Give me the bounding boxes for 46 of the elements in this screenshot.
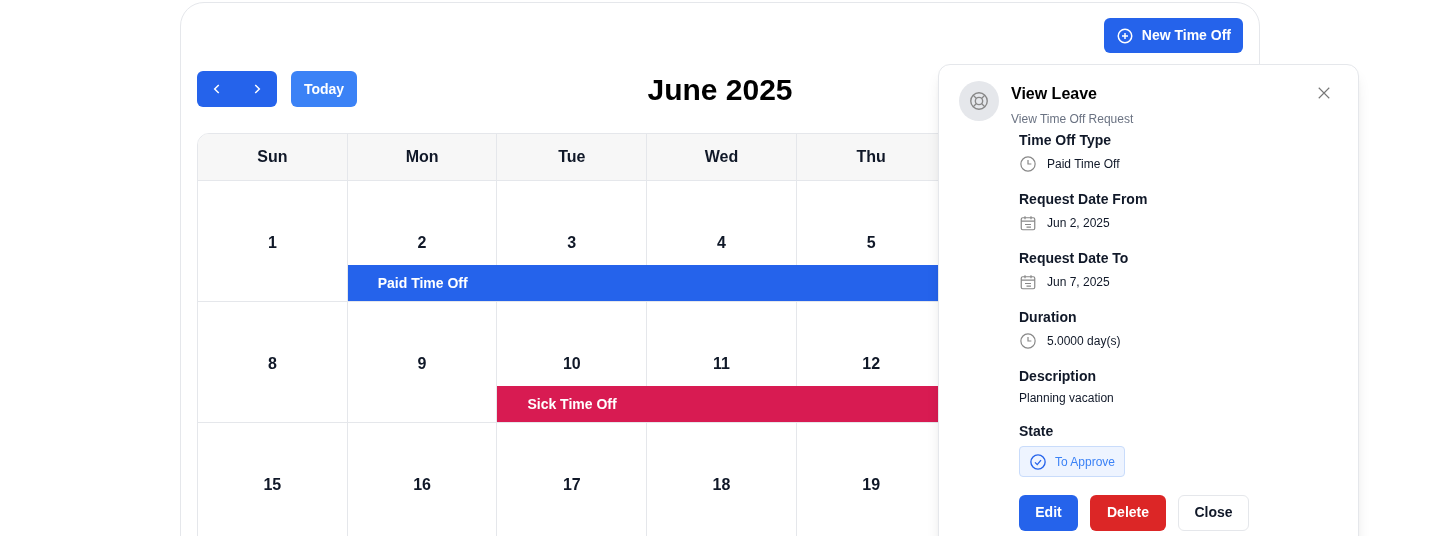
field-label: Duration (1019, 308, 1078, 327)
calendar-icon (1019, 214, 1037, 232)
field-label: Request Date To (1019, 249, 1130, 268)
field-value: Paid Time Off (1047, 156, 1120, 173)
day-number: 17 (562, 475, 581, 493)
popover-subtitle: View Time Off Request (1011, 111, 1134, 128)
day-number: 10 (562, 354, 581, 372)
edit-button[interactable]: Edit (1019, 494, 1078, 531)
weekday-header: Tue (497, 134, 648, 180)
day-number: 12 (862, 354, 881, 372)
day-number: 1 (267, 233, 277, 251)
month-title: June 2025 (647, 71, 793, 108)
field-value: 5.0000 day(s) (1047, 333, 1121, 350)
day-number: 4 (717, 233, 726, 251)
weekday-header: Mon (347, 134, 498, 180)
day-number: 16 (413, 475, 431, 493)
popover-title: View Leave (1011, 84, 1098, 104)
field-value: Planning vacation (1019, 390, 1115, 407)
day-number: 19 (862, 475, 881, 493)
field-label: State (1019, 422, 1055, 441)
day-number: 3 (567, 233, 577, 251)
calendar-icon (1019, 273, 1037, 291)
day-number: 5 (866, 233, 876, 251)
plus-circle-icon (1115, 26, 1134, 45)
day-number: 8 (267, 354, 277, 372)
close-dialog-button[interactable]: Close (1178, 494, 1249, 531)
today-button[interactable]: Today (291, 71, 357, 107)
day-number: 2 (417, 233, 427, 251)
day-number: 18 (712, 475, 731, 493)
state-badge: To Approve (1019, 446, 1126, 477)
field-value: Jun 7, 2025 (1047, 274, 1110, 291)
clock-icon (1019, 155, 1037, 173)
field-label: Description (1019, 367, 1097, 386)
field-label: Time Off Type (1019, 131, 1113, 150)
day-number: 9 (417, 354, 427, 372)
weekday-header: Wed (647, 134, 797, 180)
day-number: 15 (263, 475, 282, 493)
check-circle-icon (1029, 452, 1047, 471)
lifebuoy-icon (968, 90, 990, 112)
day-number: 11 (713, 354, 730, 372)
new-time-off-button[interactable]: New Time Off (1103, 18, 1243, 53)
delete-button[interactable]: Delete (1090, 494, 1166, 531)
field-value: Jun 2, 2025 (1047, 215, 1110, 232)
clock-icon (1019, 332, 1037, 350)
weekday-header: Sun (198, 134, 348, 180)
field-label: Request Date From (1019, 190, 1149, 209)
